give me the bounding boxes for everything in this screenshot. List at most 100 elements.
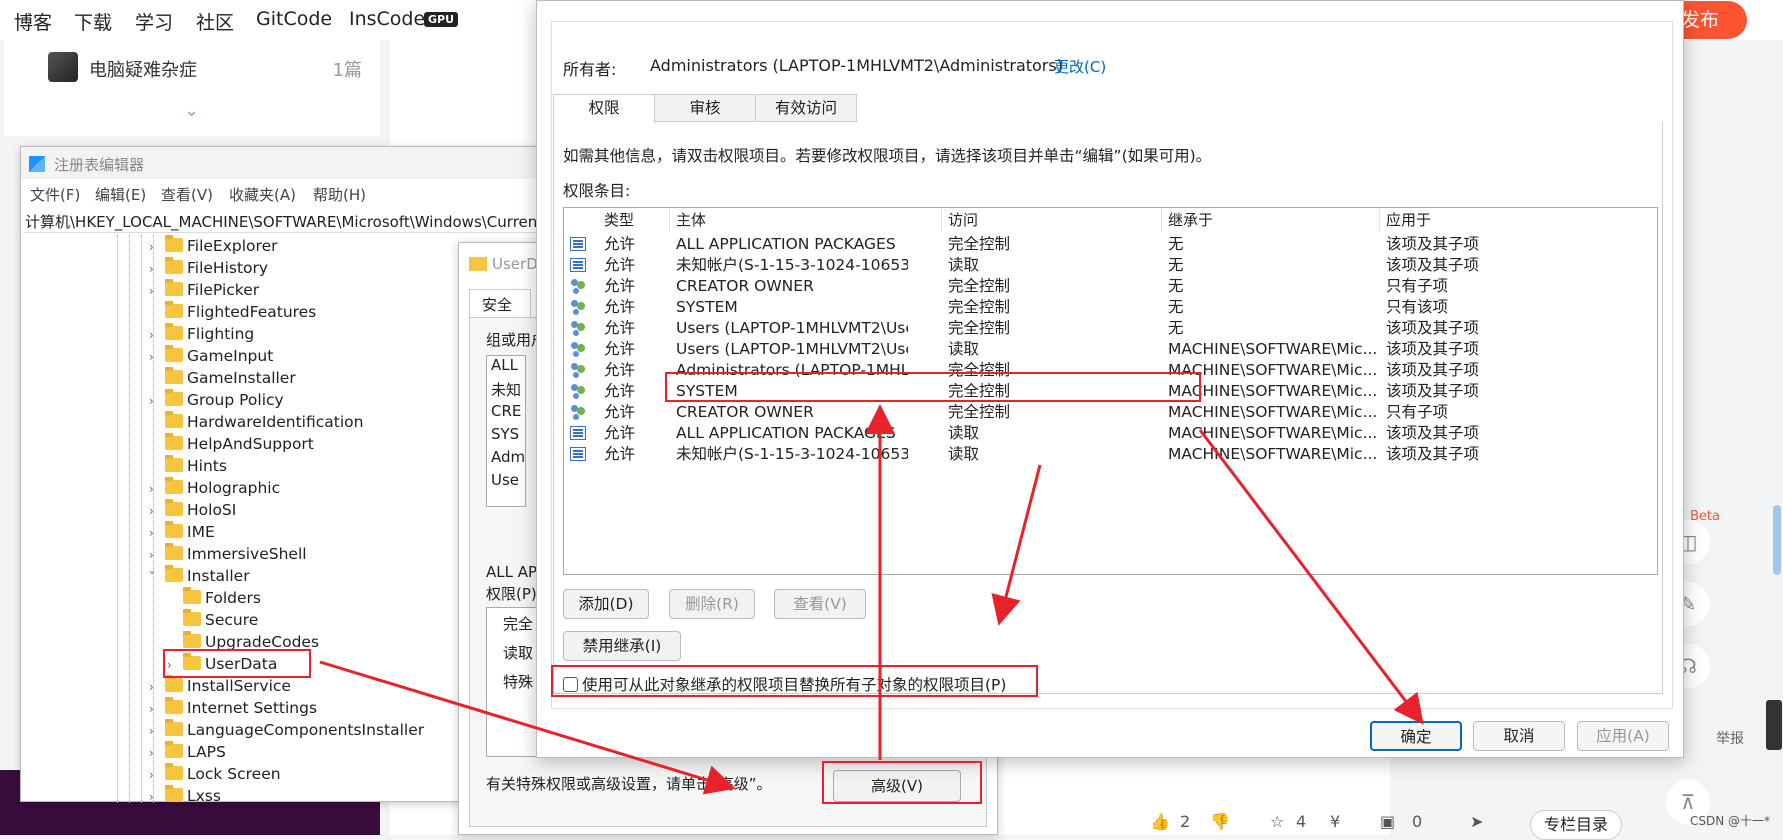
menu-view[interactable]: 查看(V) (161, 184, 213, 205)
tree-item[interactable]: ˅ Installer (149, 565, 250, 587)
scrollbar-thumb[interactable] (1773, 505, 1781, 575)
nav-community[interactable]: 社区 (196, 8, 234, 35)
nav-gitcode[interactable]: GitCode (256, 8, 332, 30)
category-card: 电脑疑难杂症 1篇 ⌄ (4, 40, 380, 136)
tree-item[interactable]: FlightedFeatures (149, 301, 316, 323)
reward-icon[interactable]: ¥ (1330, 812, 1340, 831)
add-button[interactable]: 添加(D) (563, 589, 649, 619)
comment-icon[interactable]: ▣ (1380, 812, 1395, 831)
list-item[interactable]: Adm (487, 448, 525, 471)
menu-favorites[interactable]: 收藏夹(A) (229, 184, 296, 205)
tree-item[interactable]: HardwareIdentification (149, 411, 363, 433)
nav-blog[interactable]: 博客 (14, 8, 52, 35)
highlight-administrators-row (665, 372, 1201, 402)
tree-item[interactable]: › GameInput (149, 345, 273, 367)
tree-item[interactable]: › LAPS (149, 741, 226, 763)
column-directory-button[interactable]: 专栏目录 (1530, 810, 1622, 840)
tree-item[interactable]: › InstallService (149, 675, 291, 697)
tree-item-label: HoloSI (187, 501, 237, 519)
tree-item[interactable]: Secure (167, 609, 258, 631)
chevron-right-icon[interactable]: › (149, 258, 163, 280)
tree-item[interactable]: › LanguageComponentsInstaller (149, 719, 424, 741)
chevron-right-icon[interactable]: › (149, 544, 163, 566)
chevron-right-icon[interactable]: › (149, 500, 163, 522)
category-name[interactable]: 电脑疑难杂症 (89, 56, 197, 82)
view-button[interactable]: 查看(V) (774, 589, 866, 619)
tree-item[interactable]: › ImmersiveShell (149, 543, 307, 565)
chevron-right-icon[interactable]: › (149, 346, 163, 368)
tree-item[interactable]: › HoloSI (149, 499, 236, 521)
chevron-right-icon[interactable]: › (149, 676, 163, 698)
tree-item[interactable]: › Lock Screen (149, 763, 281, 785)
tree-item[interactable]: HelpAndSupport (149, 433, 314, 455)
column-header-access[interactable]: 访问 (942, 208, 1162, 232)
menu-edit[interactable]: 编辑(E) (95, 184, 146, 205)
folder-icon (165, 785, 183, 802)
tree-item[interactable]: › FilePicker (149, 279, 259, 301)
chevron-right-icon[interactable]: › (149, 786, 163, 803)
column-header-inherited[interactable]: 继承于 (1162, 208, 1380, 232)
regedit-address-bar[interactable]: 计算机\HKEY_LOCAL_MACHINE\SOFTWARE\Microsof… (23, 209, 539, 233)
folder-icon (165, 411, 183, 428)
star-icon[interactable]: ☆ (1270, 812, 1284, 831)
list-item[interactable]: Use (487, 471, 525, 494)
group-user-list[interactable]: ALL 未知 CRE SYS Adm Use (486, 355, 526, 507)
folder-icon (165, 741, 183, 758)
menu-help[interactable]: 帮助(H) (313, 184, 366, 205)
chevron-right-icon[interactable]: › (149, 742, 163, 764)
tree-item[interactable]: › Holographic (149, 477, 280, 499)
tree-item[interactable]: › FileExplorer (149, 235, 277, 257)
tab-auditing[interactable]: 审核 (654, 94, 756, 122)
tree-item[interactable]: Folders (167, 587, 261, 609)
list-item[interactable]: CRE (487, 402, 525, 425)
apply-button[interactable]: 应用(A) (1577, 721, 1669, 751)
ok-button[interactable]: 确定 (1370, 721, 1462, 751)
list-item[interactable]: 未知 (487, 379, 525, 402)
side-widget[interactable] (1766, 700, 1782, 750)
cancel-button[interactable]: 取消 (1473, 721, 1565, 751)
chevron-right-icon[interactable]: › (149, 478, 163, 500)
nav-learn[interactable]: 学习 (135, 8, 173, 35)
list-item[interactable]: ALL (487, 356, 525, 379)
list-item[interactable]: SYS (487, 425, 525, 448)
chevron-down-icon[interactable]: ˅ (149, 566, 163, 588)
nav-download[interactable]: 下载 (74, 8, 112, 35)
tab-effective-access[interactable]: 有效访问 (755, 94, 857, 122)
menu-file[interactable]: 文件(F) (30, 184, 80, 205)
tree-item[interactable]: › IME (149, 521, 215, 543)
chevron-right-icon[interactable]: › (149, 522, 163, 544)
column-header-applies[interactable]: 应用于 (1380, 208, 1657, 232)
remove-button[interactable]: 删除(R) (669, 589, 755, 619)
tree-item-label: GameInstaller (187, 369, 296, 387)
tab-security[interactable]: 安全 (469, 289, 531, 317)
chevron-right-icon[interactable]: › (149, 324, 163, 346)
change-owner-link[interactable]: 更改(C) (1054, 56, 1106, 77)
chevron-right-icon[interactable]: › (149, 390, 163, 412)
chevron-right-icon[interactable]: › (149, 720, 163, 742)
regedit-titlebar[interactable]: 注册表编辑器 (21, 147, 539, 179)
chevron-right-icon[interactable]: › (149, 236, 163, 258)
folder-icon (165, 257, 183, 274)
nav-inscode[interactable]: InsCode (349, 8, 425, 30)
tree-item[interactable]: › Flighting (149, 323, 254, 345)
chevron-right-icon[interactable]: › (149, 764, 163, 786)
app-package-icon (570, 237, 586, 251)
tree-item[interactable]: › FileHistory (149, 257, 268, 279)
disable-inheritance-button[interactable]: 禁用继承(I) (563, 631, 681, 661)
column-header-principal[interactable]: 主体 (670, 208, 942, 232)
dislike-icon[interactable]: 👎 (1210, 812, 1230, 831)
tree-item[interactable]: GameInstaller (149, 367, 296, 389)
tree-item[interactable]: › Lxss (149, 785, 221, 803)
share-icon[interactable]: ➤ (1470, 812, 1483, 831)
chevron-down-icon[interactable]: ⌄ (184, 100, 199, 121)
chevron-right-icon[interactable]: › (149, 280, 163, 302)
table-row[interactable]: 允许 未知帐户(S-1-15-3-1024-10653659... 读取 MACHIN… (564, 442, 1657, 466)
report-link[interactable]: 举报 (1716, 728, 1744, 748)
tree-item[interactable]: › Group Policy (149, 389, 284, 411)
column-header-type[interactable]: 类型 (598, 208, 670, 232)
chevron-right-icon[interactable]: › (149, 698, 163, 720)
like-icon[interactable]: 👍 (1150, 812, 1170, 831)
tree-item[interactable]: › Internet Settings (149, 697, 317, 719)
tab-permissions[interactable]: 权限 (553, 94, 655, 124)
tree-item[interactable]: Hints (149, 455, 227, 477)
